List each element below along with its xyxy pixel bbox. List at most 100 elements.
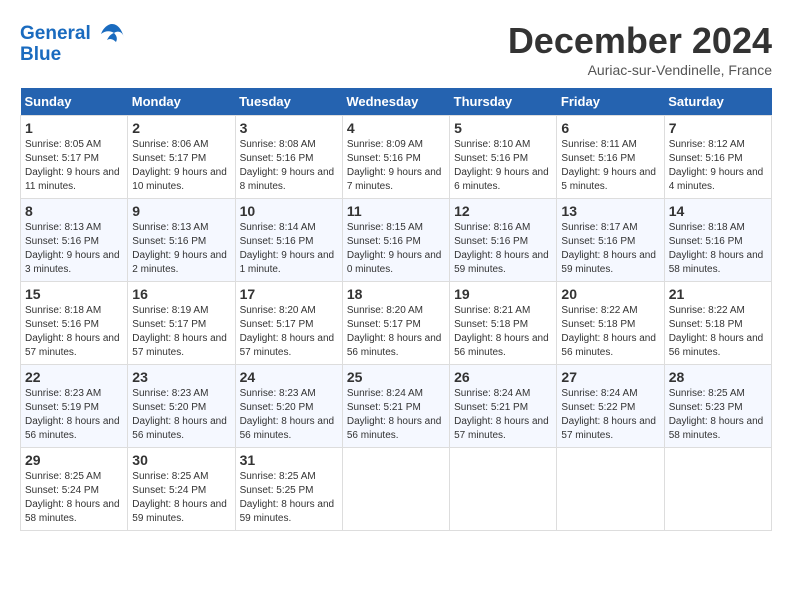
calendar-cell: 16 Sunrise: 8:19 AM Sunset: 5:17 PM Dayl…: [128, 282, 235, 365]
calendar-cell: [450, 448, 557, 531]
day-number: 3: [240, 120, 338, 136]
day-number: 7: [669, 120, 767, 136]
calendar-cell: 5 Sunrise: 8:10 AM Sunset: 5:16 PM Dayli…: [450, 116, 557, 199]
day-info: Sunrise: 8:25 AM Sunset: 5:24 PM Dayligh…: [132, 470, 230, 526]
day-info: Sunrise: 8:13 AM Sunset: 5:16 PM Dayligh…: [132, 221, 230, 277]
day-number: 9: [132, 203, 230, 219]
day-info: Sunrise: 8:23 AM Sunset: 5:20 PM Dayligh…: [240, 387, 338, 443]
calendar-cell: 3 Sunrise: 8:08 AM Sunset: 5:16 PM Dayli…: [235, 116, 342, 199]
day-number: 13: [561, 203, 659, 219]
day-number: 1: [25, 120, 123, 136]
day-number: 12: [454, 203, 552, 219]
day-info: Sunrise: 8:18 AM Sunset: 5:16 PM Dayligh…: [669, 221, 767, 277]
day-info: Sunrise: 8:21 AM Sunset: 5:18 PM Dayligh…: [454, 304, 552, 360]
day-number: 17: [240, 286, 338, 302]
calendar-cell: 11 Sunrise: 8:15 AM Sunset: 5:16 PM Dayl…: [342, 199, 449, 282]
calendar-cell: 27 Sunrise: 8:24 AM Sunset: 5:22 PM Dayl…: [557, 365, 664, 448]
day-info: Sunrise: 8:10 AM Sunset: 5:16 PM Dayligh…: [454, 138, 552, 194]
day-number: 6: [561, 120, 659, 136]
day-number: 26: [454, 369, 552, 385]
day-info: Sunrise: 8:18 AM Sunset: 5:16 PM Dayligh…: [25, 304, 123, 360]
day-number: 11: [347, 203, 445, 219]
calendar-header-row: Sunday Monday Tuesday Wednesday Thursday…: [21, 88, 772, 116]
calendar-cell: 9 Sunrise: 8:13 AM Sunset: 5:16 PM Dayli…: [128, 199, 235, 282]
day-number: 22: [25, 369, 123, 385]
calendar-cell: 12 Sunrise: 8:16 AM Sunset: 5:16 PM Dayl…: [450, 199, 557, 282]
day-number: 24: [240, 369, 338, 385]
calendar-cell: 30 Sunrise: 8:25 AM Sunset: 5:24 PM Dayl…: [128, 448, 235, 531]
day-info: Sunrise: 8:25 AM Sunset: 5:23 PM Dayligh…: [669, 387, 767, 443]
col-tuesday: Tuesday: [235, 88, 342, 116]
calendar-cell: 31 Sunrise: 8:25 AM Sunset: 5:25 PM Dayl…: [235, 448, 342, 531]
calendar-cell: 4 Sunrise: 8:09 AM Sunset: 5:16 PM Dayli…: [342, 116, 449, 199]
day-number: 30: [132, 452, 230, 468]
day-info: Sunrise: 8:24 AM Sunset: 5:21 PM Dayligh…: [454, 387, 552, 443]
day-info: Sunrise: 8:24 AM Sunset: 5:21 PM Dayligh…: [347, 387, 445, 443]
calendar-cell: 2 Sunrise: 8:06 AM Sunset: 5:17 PM Dayli…: [128, 116, 235, 199]
calendar-cell: [557, 448, 664, 531]
calendar-cell: 6 Sunrise: 8:11 AM Sunset: 5:16 PM Dayli…: [557, 116, 664, 199]
day-info: Sunrise: 8:22 AM Sunset: 5:18 PM Dayligh…: [561, 304, 659, 360]
day-info: Sunrise: 8:05 AM Sunset: 5:17 PM Dayligh…: [25, 138, 123, 194]
day-number: 29: [25, 452, 123, 468]
day-number: 10: [240, 203, 338, 219]
calendar-table: Sunday Monday Tuesday Wednesday Thursday…: [20, 88, 772, 531]
title-block: December 2024 Auriac-sur-Vendinelle, Fra…: [508, 20, 772, 78]
calendar-cell: 20 Sunrise: 8:22 AM Sunset: 5:18 PM Dayl…: [557, 282, 664, 365]
month-title: December 2024: [508, 20, 772, 62]
day-info: Sunrise: 8:15 AM Sunset: 5:16 PM Dayligh…: [347, 221, 445, 277]
day-number: 14: [669, 203, 767, 219]
day-info: Sunrise: 8:20 AM Sunset: 5:17 PM Dayligh…: [240, 304, 338, 360]
calendar-cell: 8 Sunrise: 8:13 AM Sunset: 5:16 PM Dayli…: [21, 199, 128, 282]
col-sunday: Sunday: [21, 88, 128, 116]
location: Auriac-sur-Vendinelle, France: [508, 62, 772, 78]
day-number: 4: [347, 120, 445, 136]
day-info: Sunrise: 8:13 AM Sunset: 5:16 PM Dayligh…: [25, 221, 123, 277]
calendar-cell: 23 Sunrise: 8:23 AM Sunset: 5:20 PM Dayl…: [128, 365, 235, 448]
calendar-cell: 1 Sunrise: 8:05 AM Sunset: 5:17 PM Dayli…: [21, 116, 128, 199]
day-info: Sunrise: 8:19 AM Sunset: 5:17 PM Dayligh…: [132, 304, 230, 360]
calendar-cell: 24 Sunrise: 8:23 AM Sunset: 5:20 PM Dayl…: [235, 365, 342, 448]
day-number: 2: [132, 120, 230, 136]
day-info: Sunrise: 8:09 AM Sunset: 5:16 PM Dayligh…: [347, 138, 445, 194]
calendar-cell: 26 Sunrise: 8:24 AM Sunset: 5:21 PM Dayl…: [450, 365, 557, 448]
day-info: Sunrise: 8:16 AM Sunset: 5:16 PM Dayligh…: [454, 221, 552, 277]
col-saturday: Saturday: [664, 88, 771, 116]
day-info: Sunrise: 8:23 AM Sunset: 5:19 PM Dayligh…: [25, 387, 123, 443]
calendar-cell: 7 Sunrise: 8:12 AM Sunset: 5:16 PM Dayli…: [664, 116, 771, 199]
logo-bird-icon: [98, 20, 126, 48]
logo: General Blue Blue: [20, 20, 126, 66]
day-info: Sunrise: 8:24 AM Sunset: 5:22 PM Dayligh…: [561, 387, 659, 443]
calendar-cell: 17 Sunrise: 8:20 AM Sunset: 5:17 PM Dayl…: [235, 282, 342, 365]
day-number: 20: [561, 286, 659, 302]
col-monday: Monday: [128, 88, 235, 116]
day-info: Sunrise: 8:20 AM Sunset: 5:17 PM Dayligh…: [347, 304, 445, 360]
calendar-cell: [342, 448, 449, 531]
day-number: 15: [25, 286, 123, 302]
day-number: 21: [669, 286, 767, 302]
day-number: 18: [347, 286, 445, 302]
day-info: Sunrise: 8:06 AM Sunset: 5:17 PM Dayligh…: [132, 138, 230, 194]
day-info: Sunrise: 8:25 AM Sunset: 5:25 PM Dayligh…: [240, 470, 338, 526]
col-thursday: Thursday: [450, 88, 557, 116]
calendar-week-row: 22 Sunrise: 8:23 AM Sunset: 5:19 PM Dayl…: [21, 365, 772, 448]
day-info: Sunrise: 8:08 AM Sunset: 5:16 PM Dayligh…: [240, 138, 338, 194]
calendar-cell: 10 Sunrise: 8:14 AM Sunset: 5:16 PM Dayl…: [235, 199, 342, 282]
col-wednesday: Wednesday: [342, 88, 449, 116]
calendar-week-row: 8 Sunrise: 8:13 AM Sunset: 5:16 PM Dayli…: [21, 199, 772, 282]
page-header: General Blue Blue December 2024 Auriac-s…: [20, 20, 772, 78]
calendar-cell: [664, 448, 771, 531]
day-number: 19: [454, 286, 552, 302]
day-info: Sunrise: 8:11 AM Sunset: 5:16 PM Dayligh…: [561, 138, 659, 194]
calendar-cell: 28 Sunrise: 8:25 AM Sunset: 5:23 PM Dayl…: [664, 365, 771, 448]
day-info: Sunrise: 8:25 AM Sunset: 5:24 PM Dayligh…: [25, 470, 123, 526]
calendar-week-row: 15 Sunrise: 8:18 AM Sunset: 5:16 PM Dayl…: [21, 282, 772, 365]
calendar-cell: 22 Sunrise: 8:23 AM Sunset: 5:19 PM Dayl…: [21, 365, 128, 448]
calendar-cell: 19 Sunrise: 8:21 AM Sunset: 5:18 PM Dayl…: [450, 282, 557, 365]
col-friday: Friday: [557, 88, 664, 116]
calendar-cell: 21 Sunrise: 8:22 AM Sunset: 5:18 PM Dayl…: [664, 282, 771, 365]
day-number: 27: [561, 369, 659, 385]
calendar-cell: 25 Sunrise: 8:24 AM Sunset: 5:21 PM Dayl…: [342, 365, 449, 448]
day-info: Sunrise: 8:14 AM Sunset: 5:16 PM Dayligh…: [240, 221, 338, 277]
calendar-cell: 14 Sunrise: 8:18 AM Sunset: 5:16 PM Dayl…: [664, 199, 771, 282]
